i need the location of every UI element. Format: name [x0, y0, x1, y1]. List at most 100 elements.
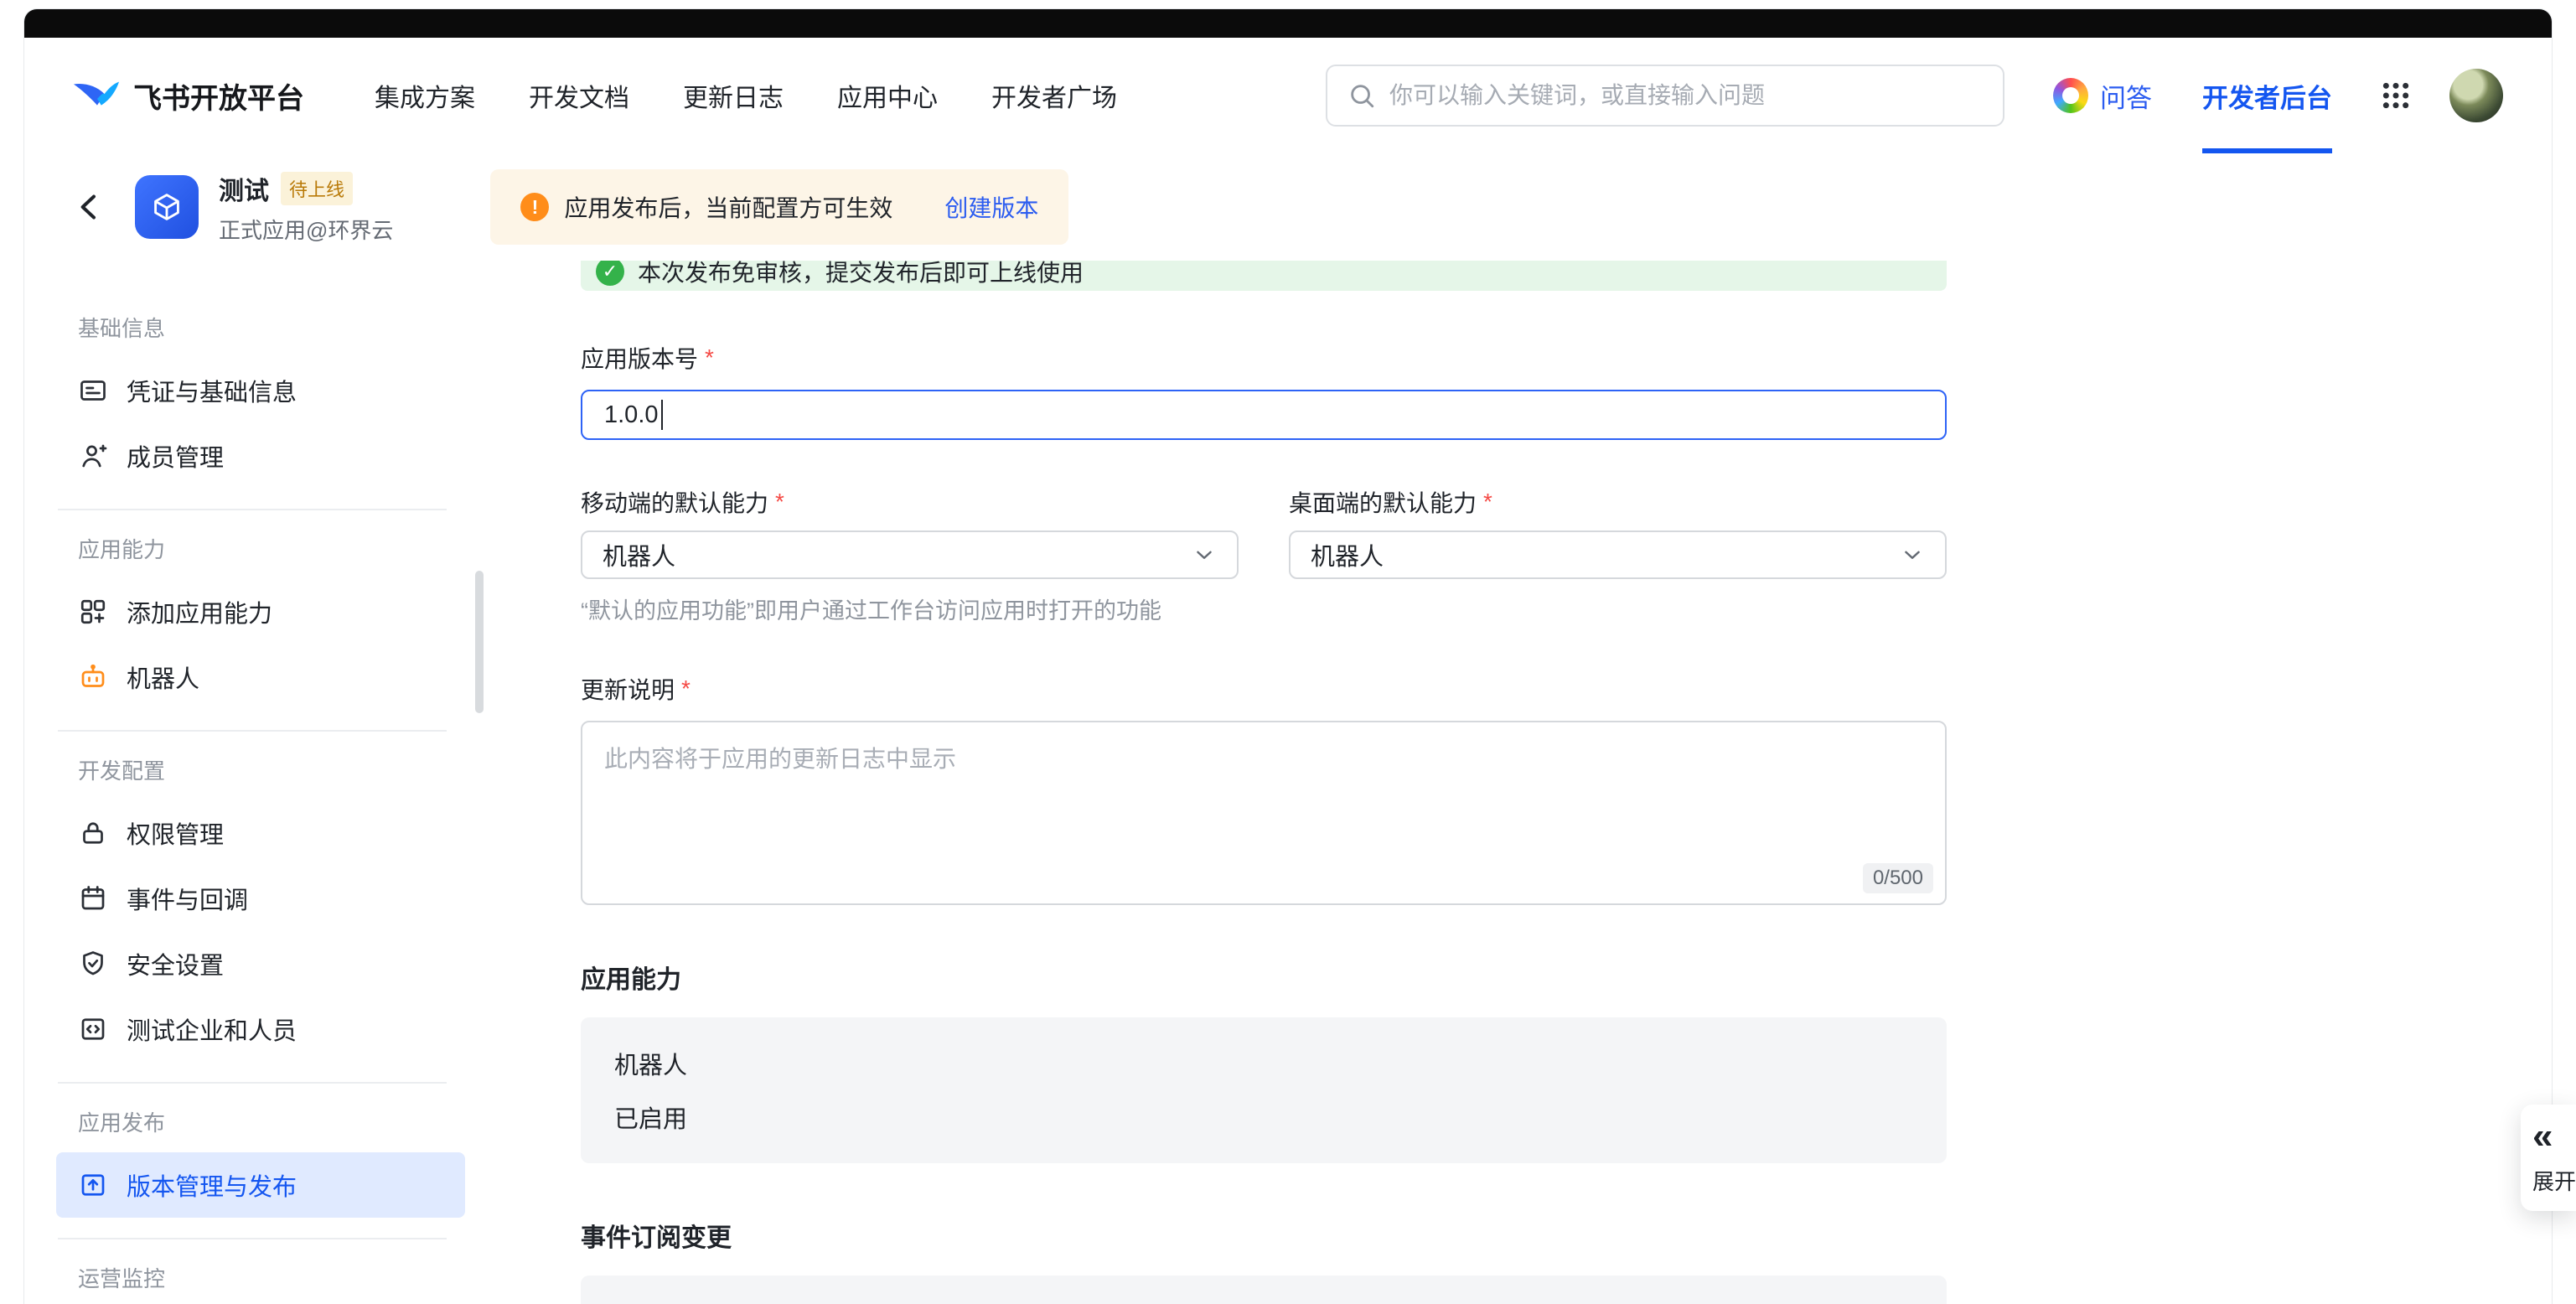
search-input[interactable] — [1389, 82, 1983, 109]
mobile-capability-value: 机器人 — [603, 537, 675, 572]
capability-name: 机器人 — [614, 1046, 1913, 1081]
char-counter: 0/500 — [1863, 863, 1933, 893]
global-search[interactable] — [1326, 65, 2004, 127]
sidebar-section-release: 应用发布 — [78, 1109, 465, 1137]
tab-developer-console[interactable]: 开发者后台 — [2202, 38, 2332, 153]
sidebar-item-label: 安全设置 — [127, 946, 224, 981]
chevron-down-icon — [1192, 542, 1217, 567]
browser-window: 飞书开放平台 集成方案 开发文档 更新日志 应用中心 开发者广场 问答 — [23, 8, 2553, 1304]
sidebar-item-events-callbacks[interactable]: 事件与回调 — [56, 866, 465, 931]
code-box-icon — [78, 1014, 108, 1044]
changelog-label: 更新说明 * — [581, 672, 1947, 706]
sidebar-section-capabilities: 应用能力 — [78, 536, 465, 564]
sidebar-section-ops-monitor: 运营监控 — [78, 1265, 465, 1293]
user-avatar[interactable] — [2449, 69, 2503, 122]
sidebar-item-version-release[interactable]: 版本管理与发布 — [56, 1152, 465, 1218]
event-subscription-title: 事件订阅变更 — [581, 1217, 1947, 1254]
apps-grid-button[interactable] — [2379, 79, 2413, 112]
capability-section-title: 应用能力 — [581, 959, 1947, 996]
sidebar-item-add-capability[interactable]: 添加应用能力 — [56, 579, 465, 644]
sidebar-item-label: 版本管理与发布 — [127, 1167, 297, 1203]
brand-title: 飞书开放平台 — [133, 75, 304, 116]
app-icon — [135, 175, 199, 239]
success-banner-text: 本次发布免审核，提交发布后即可上线使用 — [638, 261, 1084, 288]
sidebar-item-label: 成员管理 — [127, 438, 224, 473]
expand-panel-toggle[interactable]: « 展开 — [2521, 1105, 2576, 1211]
required-asterisk: * — [681, 675, 691, 702]
mobile-capability-label: 移动端的默认能力 * — [581, 485, 1239, 519]
sidebar: 基础信息 凭证与基础信息 成员管理 — [24, 261, 487, 1304]
event-subscription-box — [581, 1276, 1947, 1304]
sidebar-item-bot[interactable]: 机器人 — [56, 644, 465, 710]
app-meta: 测试 待上线 正式应用@环界云 — [219, 170, 393, 245]
members-icon — [78, 441, 108, 471]
sidebar-divider — [58, 509, 447, 510]
sidebar-item-permissions[interactable]: 权限管理 — [56, 800, 465, 866]
collapse-chevrons-icon: « — [2532, 1118, 2571, 1155]
text-caret — [661, 400, 664, 430]
sidebar-item-label: 测试企业和人员 — [127, 1012, 297, 1047]
required-asterisk: * — [705, 344, 714, 371]
sidebar-section-dev-config: 开发配置 — [78, 757, 465, 785]
publish-warning-banner: ! 应用发布后，当前配置方可生效 创建版本 — [490, 169, 1068, 245]
lock-icon — [78, 818, 108, 848]
desktop-capability-value: 机器人 — [1311, 537, 1384, 572]
changelog-textarea[interactable] — [581, 721, 1947, 905]
desktop-capability-label-text: 桌面端的默认能力 — [1289, 485, 1477, 519]
required-asterisk: * — [775, 489, 784, 515]
sidebar-divider — [58, 730, 447, 732]
sidebar-divider — [58, 1238, 447, 1239]
sidebar-item-label: 机器人 — [127, 660, 199, 695]
sidebar-item-test-org[interactable]: 测试企业和人员 — [56, 996, 465, 1062]
feishu-logo-icon — [73, 76, 120, 115]
mobile-capability-label-text: 移动端的默认能力 — [581, 485, 768, 519]
app-body: 基础信息 凭证与基础信息 成员管理 — [24, 261, 2552, 1304]
add-capability-icon — [78, 597, 108, 627]
capability-summary-box: 机器人 已启用 — [581, 1017, 1947, 1163]
cube-icon — [147, 188, 186, 226]
robot-icon — [78, 662, 108, 692]
sidebar-divider — [58, 1082, 447, 1084]
warning-text: 应用发布后，当前配置方可生效 — [564, 190, 892, 224]
warning-icon: ! — [520, 193, 549, 221]
version-input[interactable]: 1.0.0 — [581, 390, 1947, 440]
primary-nav: 集成方案 开发文档 更新日志 应用中心 开发者广场 — [375, 77, 1117, 114]
desktop-capability-label: 桌面端的默认能力 * — [1289, 485, 1947, 519]
window-titlebar — [24, 9, 2552, 38]
create-version-link[interactable]: 创建版本 — [944, 190, 1038, 224]
main-content: ✓ 本次发布免审核，提交发布后即可上线使用 应用版本号 * 1.0.0 — [487, 261, 2552, 1304]
sidebar-scrollbar[interactable] — [475, 571, 484, 713]
sidebar-item-label: 凭证与基础信息 — [127, 373, 297, 408]
changelog-label-text: 更新说明 — [581, 672, 675, 706]
audit-free-success-banner: ✓ 本次发布免审核，提交发布后即可上线使用 — [581, 261, 1947, 291]
qa-icon — [2053, 78, 2088, 113]
qa-label: 问答 — [2100, 77, 2152, 115]
nav-item-app-center[interactable]: 应用中心 — [837, 77, 938, 114]
nav-item-changelog[interactable]: 更新日志 — [683, 77, 784, 114]
app-name: 测试 — [219, 170, 269, 207]
qa-entry[interactable]: 问答 — [2053, 77, 2152, 115]
shield-icon — [78, 949, 108, 979]
version-label: 应用版本号 * — [581, 341, 1947, 375]
back-chevron-icon — [73, 190, 106, 224]
back-button[interactable] — [73, 190, 106, 224]
nav-item-docs[interactable]: 开发文档 — [529, 77, 629, 114]
event-icon — [78, 883, 108, 913]
nav-item-dev-square[interactable]: 开发者广场 — [991, 77, 1117, 114]
mobile-capability-select[interactable]: 机器人 — [581, 530, 1239, 579]
desktop-capability-select[interactable]: 机器人 — [1289, 530, 1947, 579]
required-asterisk: * — [1483, 489, 1492, 515]
version-label-text: 应用版本号 — [581, 341, 698, 375]
success-check-icon: ✓ — [596, 261, 624, 286]
sidebar-item-security[interactable]: 安全设置 — [56, 931, 465, 996]
sidebar-item-credentials[interactable]: 凭证与基础信息 — [56, 358, 465, 423]
sidebar-item-label: 事件与回调 — [127, 881, 248, 916]
brand[interactable]: 飞书开放平台 — [73, 75, 304, 116]
chevron-down-icon — [1900, 542, 1925, 567]
nav-item-integration[interactable]: 集成方案 — [375, 77, 475, 114]
sidebar-item-members[interactable]: 成员管理 — [56, 423, 465, 489]
search-icon — [1347, 81, 1376, 110]
sidebar-item-label: 权限管理 — [127, 815, 224, 851]
screen: 飞书开放平台 集成方案 开发文档 更新日志 应用中心 开发者广场 问答 — [0, 0, 2576, 1304]
changelog-field: 0/500 — [581, 721, 1947, 905]
